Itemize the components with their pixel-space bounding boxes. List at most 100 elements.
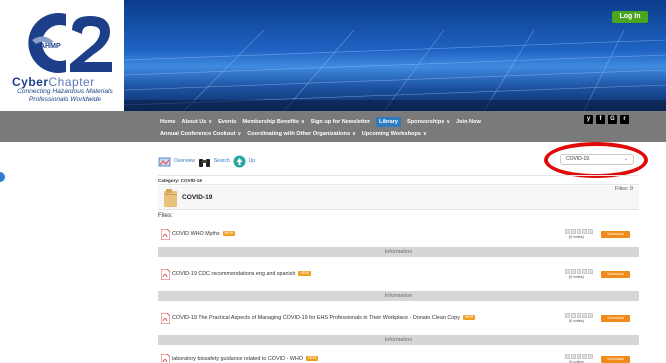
file-row: COVID-19 The Practical Aspects of Managi… — [158, 311, 639, 327]
star-icon[interactable] — [588, 269, 593, 274]
star-icon[interactable] — [582, 269, 588, 274]
information-bar[interactable]: Information — [158, 291, 639, 301]
star-icon[interactable] — [565, 229, 570, 234]
nav-item-label: Join Now — [455, 119, 481, 125]
nav-row-2: Annual Conference Cookout ∨ Coordinating w… — [160, 129, 427, 139]
star-icon[interactable] — [565, 354, 570, 359]
login-button[interactable]: Log In — [612, 11, 648, 23]
download-button[interactable]: Download — [601, 271, 630, 278]
chevron-down-icon: ⌄ — [623, 156, 628, 162]
page: AHMP CyberChapter Connecting Hazardous M… — [0, 0, 666, 363]
file-row: laboratory biosafety guidance related to… — [158, 352, 639, 363]
rss-icon[interactable]: r — [620, 115, 629, 124]
nav-item-label: Home — [160, 119, 176, 125]
file-name-link[interactable]: COVID-19 CDC recommendations eng and spa… — [172, 271, 311, 277]
star-icon[interactable] — [570, 269, 576, 274]
c2-logo[interactable]: AHMP CyberChapter Connecting Hazardous M… — [0, 0, 124, 111]
file-name-link[interactable]: COVID-19 The Practical Aspects of Managi… — [172, 315, 476, 321]
overview-icon[interactable] — [158, 155, 171, 168]
facebook-icon[interactable]: f — [596, 115, 605, 124]
folder-icon — [164, 189, 177, 207]
nav-item-label: Sign up for Newsletter — [310, 119, 371, 125]
side-tab-handle[interactable] — [0, 172, 5, 182]
nav-item-label: About Us — [181, 119, 207, 125]
nav-item-annual-conference-cookout[interactable]: Annual Conference Cookout ∨ — [160, 129, 241, 139]
nav-item-label: Library — [379, 119, 399, 125]
pdf-file-icon — [161, 269, 170, 280]
votes-count: (0 votes) — [569, 319, 584, 323]
file-name-link[interactable]: laboratory biosafety guidance related to… — [172, 356, 319, 362]
new-badge: NEW — [462, 315, 476, 320]
category-header: COVID-19 Files: 9 — [158, 186, 639, 210]
chevron-down-icon: ∨ — [208, 119, 213, 125]
logo-tagline: Connecting Hazardous Materials Professio… — [17, 88, 113, 103]
pdf-file-icon — [161, 313, 170, 324]
twitter-icon[interactable]: y — [584, 115, 593, 124]
site-header: AHMP CyberChapter Connecting Hazardous M… — [0, 0, 666, 111]
star-icon[interactable] — [588, 354, 593, 359]
solar-panels-image — [124, 29, 666, 111]
nav-item-join-now[interactable]: Join Now — [456, 117, 481, 127]
nav-item-label: Upcoming Workshops — [361, 131, 422, 137]
votes-count: (0 votes) — [569, 235, 584, 239]
file-row: COVID-19 CDC recommendations eng and spa… — [158, 267, 639, 283]
star-icon[interactable] — [582, 354, 588, 359]
social-links: yfGr — [584, 115, 629, 124]
new-badge: NEW — [305, 356, 319, 361]
star-icon[interactable] — [565, 269, 570, 274]
star-icon[interactable] — [582, 229, 588, 234]
overview-link[interactable]: Overview — [174, 158, 195, 164]
star-icon[interactable] — [576, 269, 582, 274]
category-select[interactable]: COVID-19 ⌄ — [560, 154, 634, 165]
nav-item-sign-up-for-newsletter[interactable]: Sign up for Newsletter — [311, 117, 370, 127]
star-icon[interactable] — [576, 229, 582, 234]
nav-item-membership-benefits[interactable]: Membership Benefits ∨ — [242, 117, 304, 127]
star-icon[interactable] — [576, 313, 582, 318]
logo-wordmark: CyberChapter — [12, 75, 118, 89]
download-button[interactable]: Download — [601, 356, 630, 363]
nav-item-events[interactable]: Events — [218, 117, 236, 127]
nav-item-library[interactable]: Library — [376, 117, 402, 127]
nav-item-label: Coordinating with Other Organizations — [247, 131, 351, 137]
nav-item-about-us[interactable]: About Us ∨ — [182, 117, 213, 127]
star-icon[interactable] — [565, 313, 570, 318]
logo-chapter-text: Chapter — [48, 75, 95, 89]
star-icon[interactable] — [576, 354, 582, 359]
category-select-value: COVID-19 — [566, 156, 590, 162]
star-icon[interactable] — [570, 354, 576, 359]
nav-item-home[interactable]: Home — [160, 117, 176, 127]
star-rating[interactable] — [565, 354, 593, 359]
header-banner: Log In — [124, 0, 666, 111]
nav-item-sponsorships[interactable]: Sponsorships ∨ — [407, 117, 450, 127]
file-name: COVID WHO Myths — [172, 231, 220, 237]
library-toolbar: Overview Search Up — [158, 154, 255, 168]
star-icon[interactable] — [588, 229, 593, 234]
star-rating[interactable] — [565, 229, 593, 234]
main-nav: Home About Us ∨ Events Membership Benefits ∨ S… — [0, 111, 666, 142]
google-icon[interactable]: G — [608, 115, 617, 124]
chevron-down-icon: ∨ — [446, 119, 450, 125]
star-icon[interactable] — [570, 313, 576, 318]
chevron-down-icon: ∨ — [423, 131, 427, 137]
nav-item-coordinating-with-other-organizations[interactable]: Coordinating with Other Organizations ∨ — [247, 129, 356, 139]
file-name-link[interactable]: COVID WHO Myths NEW — [172, 231, 236, 237]
library-content: Overview Search Up COVID-19 ⌄ Category: … — [158, 142, 648, 363]
star-icon[interactable] — [582, 313, 588, 318]
up-link[interactable]: Up — [249, 158, 255, 164]
star-rating[interactable] — [565, 313, 593, 318]
files-count: Files: 9 — [614, 186, 633, 192]
nav-item-upcoming-workshops[interactable]: Upcoming Workshops ∨ — [362, 129, 427, 139]
star-rating[interactable] — [565, 269, 593, 274]
download-button[interactable]: Download — [601, 231, 630, 238]
votes-count: (0 votes) — [569, 275, 584, 279]
binoculars-icon[interactable] — [198, 155, 211, 168]
information-bar[interactable]: Information — [158, 247, 639, 257]
file-row: COVID WHO Myths NEW (0 votes) Download — [158, 227, 639, 243]
up-arrow-icon[interactable] — [233, 155, 246, 168]
star-icon[interactable] — [588, 313, 593, 318]
download-button[interactable]: Download — [601, 315, 630, 322]
search-link[interactable]: Search — [214, 158, 230, 164]
information-bar[interactable]: Information — [158, 335, 639, 345]
nav-item-label: Membership Benefits — [242, 119, 299, 125]
star-icon[interactable] — [570, 229, 576, 234]
